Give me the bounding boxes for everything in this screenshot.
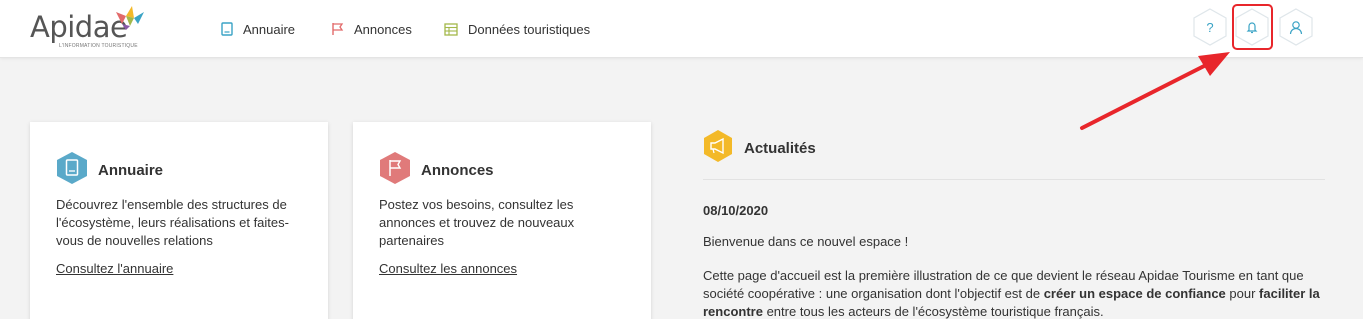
annonces-card-link[interactable]: Consultez les annonces [379, 261, 517, 276]
logo-flower-icon [116, 6, 144, 30]
news-body-text: entre tous les acteurs de l'écosystème t… [762, 304, 1104, 319]
annuaire-card-description: Découvrez l'ensemble des structures de l… [56, 197, 289, 248]
nav-annonces-label: Annonces [354, 21, 412, 37]
annonces-card-header: Annonces [379, 151, 494, 190]
notifications-highlight-box [1232, 4, 1273, 50]
help-button[interactable]: ? [1192, 7, 1228, 47]
user-icon [1289, 20, 1303, 35]
news-date: 08/10/2020 [703, 203, 769, 218]
nav-annuaire[interactable]: Annuaire [221, 0, 295, 58]
news-body: Cette page d'accueil est la première ill… [703, 267, 1325, 319]
news-divider [703, 179, 1325, 180]
profile-button[interactable] [1278, 7, 1314, 47]
news-welcome: Bienvenue dans ce nouvel espace ! [703, 234, 909, 249]
flag-icon [331, 22, 344, 36]
news-body-text: pour [1225, 286, 1260, 301]
nav-donnees-label: Données touristiques [468, 21, 591, 37]
annuaire-card-header: Annuaire [56, 151, 163, 190]
logo-tagline: L'INFORMATION TOURISTIQUE [59, 43, 138, 49]
book-icon [221, 22, 233, 36]
annuaire-card-title: Annuaire [98, 162, 164, 179]
news-body-emphasis: créer un espace de confiance [1043, 286, 1226, 301]
flag-icon [379, 151, 411, 190]
news-header: Actualités [703, 129, 1325, 168]
top-bar: Apidae L'INFORMATION TOURISTIQUE Annuair… [0, 0, 1363, 58]
news-section: Actualités 08/10/2020 Bienvenue dans ce … [703, 129, 1325, 319]
annuaire-card-link[interactable]: Consultez l'annuaire [56, 261, 173, 276]
annuaire-card: Annuaire Découvrez l'ensemble des struct… [30, 122, 328, 319]
annonces-card: Annonces Postez vos besoins, consultez l… [353, 122, 651, 319]
help-icon: ? [1206, 19, 1214, 35]
nav-annuaire-label: Annuaire [243, 21, 296, 37]
nav-annonces[interactable]: Annonces [331, 0, 412, 58]
table-icon [444, 22, 458, 36]
apidae-logo[interactable]: Apidae L'INFORMATION TOURISTIQUE [30, 6, 145, 52]
nav-donnees-touristiques[interactable]: Données touristiques [444, 0, 590, 58]
book-icon [56, 151, 88, 190]
annonces-card-description: Postez vos besoins, consultez les annonc… [379, 197, 575, 248]
news-title: Actualités [744, 139, 816, 157]
annonces-card-title: Annonces [421, 162, 494, 179]
megaphone-icon [703, 129, 733, 168]
